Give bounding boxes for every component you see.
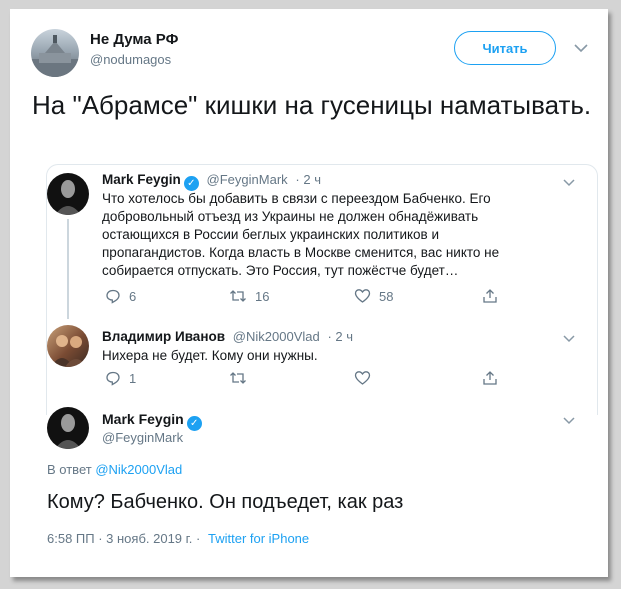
like-count: 58 [379, 288, 394, 304]
chevron-down-icon[interactable] [561, 413, 577, 429]
source-link[interactable]: Twitter for iPhone [208, 531, 309, 546]
reply2-handle[interactable]: @FeyginMark [102, 430, 183, 445]
feygin-avatar[interactable] [47, 173, 89, 215]
retweet-icon [230, 290, 246, 302]
quoted-handle[interactable]: @FeyginMark [207, 172, 288, 187]
account-name[interactable]: Не Дума РФ [90, 31, 178, 48]
verified-icon: ✓ [183, 176, 199, 191]
retweet-icon [230, 372, 246, 384]
like-action[interactable] [354, 370, 371, 386]
share-icon [483, 371, 497, 385]
chevron-down-icon[interactable] [561, 175, 577, 191]
heart-icon [354, 371, 371, 385]
quoted-text: Что хотелось бы добавить в связи с перее… [102, 191, 500, 278]
account-avatar[interactable] [31, 29, 79, 77]
feygin-avatar[interactable] [47, 407, 89, 449]
reply-action[interactable]: 6 [105, 288, 136, 304]
reply1-handle[interactable]: @Nik2000Vlad [233, 329, 320, 344]
thread-connector [67, 219, 69, 319]
tweet-meta: 6:58 ПП · 3 нояб. 2019 г. · Twitter for … [47, 531, 309, 546]
follow-button[interactable]: Читать [454, 31, 556, 65]
reply2-text: Кому? Бабченко. Он подъедет, как раз [47, 491, 404, 513]
chevron-down-icon[interactable] [561, 331, 577, 347]
reply1-text: Нихера не будет. Кому они нужны. [102, 348, 318, 363]
timestamp[interactable]: 6:58 ПП · 3 нояб. 2019 г. · [47, 531, 200, 546]
verified-icon: ✓ [186, 416, 202, 431]
reply2-author-row: Mark Feygin ✓ [102, 411, 202, 431]
share-action[interactable] [482, 370, 498, 386]
reply1-author[interactable]: Владимир Иванов [102, 329, 225, 344]
reply1-time[interactable]: · 2 ч [327, 329, 353, 344]
quoted-time[interactable]: · 2 ч [295, 172, 321, 187]
retweet-count: 16 [255, 288, 270, 304]
quoted-header: Mark Feygin ✓ @FeyginMark · 2 ч [102, 172, 321, 191]
retweet-action[interactable] [229, 370, 247, 386]
share-action[interactable] [482, 288, 498, 304]
reply1-header: Владимир Иванов @Nik2000Vlad · 2 ч [102, 329, 353, 344]
reply-count: 1 [129, 370, 137, 386]
reply-icon [106, 371, 120, 386]
chevron-down-icon[interactable] [573, 40, 589, 56]
account-handle[interactable]: @nodumagos [90, 52, 171, 67]
in-reply-to: В ответ @Nik2000Vlad [47, 462, 182, 477]
quoted-author[interactable]: Mark Feygin [102, 172, 181, 187]
reply2-author[interactable]: Mark Feygin [102, 411, 184, 427]
like-action[interactable]: 58 [354, 288, 393, 304]
tweet-text: На "Абрамсе" кишки на гусеницы наматыват… [32, 90, 592, 120]
in-reply-handle[interactable]: @Nik2000Vlad [95, 462, 182, 477]
in-reply-prefix: В ответ [47, 462, 92, 477]
share-icon [483, 289, 497, 303]
tweet-card: Не Дума РФ @nodumagos Читать На "Абрамсе… [10, 9, 608, 577]
reply-count: 6 [129, 288, 137, 304]
ivanov-avatar[interactable] [47, 325, 89, 367]
retweet-action[interactable]: 16 [229, 288, 269, 304]
reply-icon [106, 289, 120, 304]
heart-icon [354, 289, 371, 303]
reply-action[interactable]: 1 [105, 370, 136, 386]
